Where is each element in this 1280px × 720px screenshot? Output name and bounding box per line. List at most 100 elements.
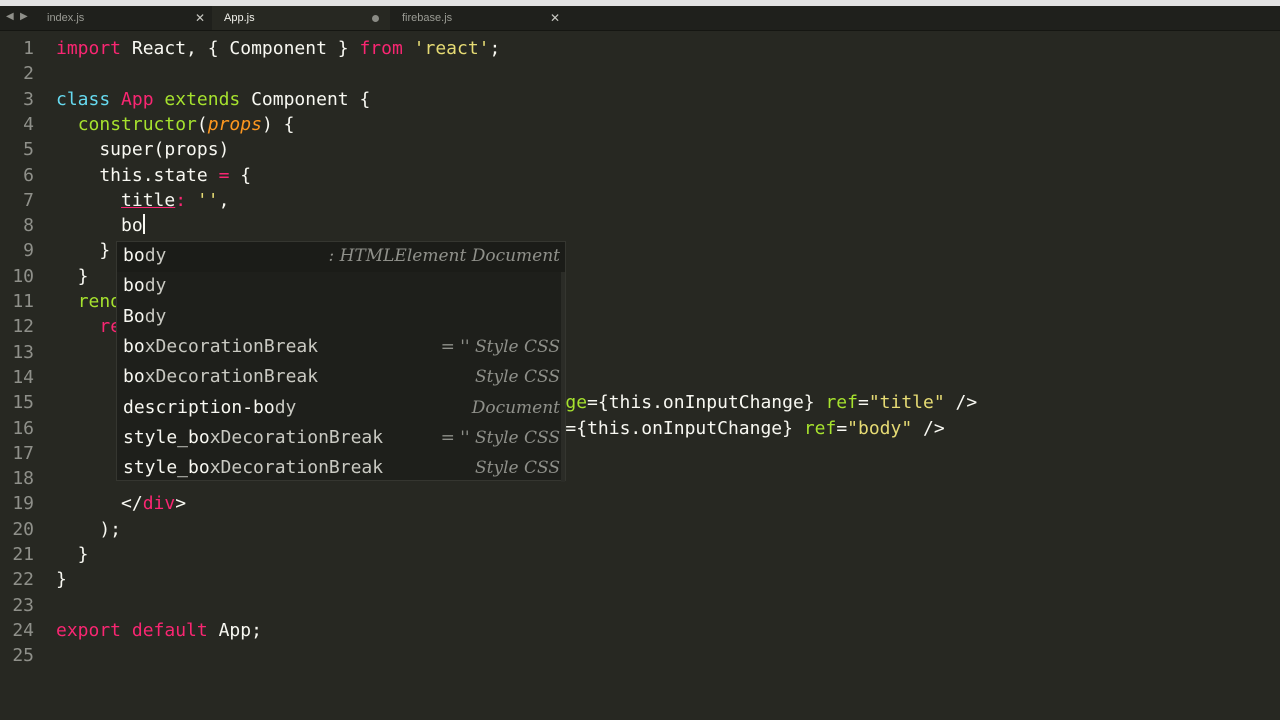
tab-index-js[interactable]: index.js ✕ <box>35 6 213 30</box>
autocomplete-item[interactable]: description-body Document <box>117 394 565 424</box>
code-line[interactable]: 6 this.state = { <box>0 163 1280 188</box>
code-line[interactable]: 19 </div> <box>0 491 1280 516</box>
code-token: Component { <box>240 88 371 110</box>
code-line[interactable]: 21 } <box>0 542 1280 567</box>
code-token: ref <box>825 392 858 414</box>
code-line[interactable]: 4 constructor(props) { <box>0 112 1280 137</box>
code-line[interactable]: 22} <box>0 567 1280 592</box>
autocomplete-item[interactable]: boxDecorationBreak Style CSS <box>117 363 565 393</box>
autocomplete-item[interactable]: style_boxDecorationBreak = '' Style CSS <box>117 424 565 454</box>
code-text: </div> <box>56 491 186 516</box>
line-number: 15 <box>12 392 34 414</box>
line-number: 6 <box>23 164 34 186</box>
code-line[interactable]: 7 title: '', <box>0 188 1280 213</box>
completion-rest: xDecorationBreak <box>209 426 384 448</box>
code-token: = <box>857 392 869 414</box>
code-token: ref <box>803 417 837 439</box>
code-token: } <box>56 265 89 287</box>
nav-back-icon[interactable]: ◀ <box>6 11 14 22</box>
autocomplete-item-label: style_boxDecorationBreak <box>123 454 383 482</box>
match-highlight: style_bo <box>123 426 210 448</box>
code-token: super(props) <box>56 139 230 161</box>
code-token: "title" <box>868 392 945 414</box>
code-token: title <box>121 189 176 211</box>
nav-forward-icon[interactable]: ▶ <box>20 11 28 22</box>
autocomplete-item[interactable]: style_boxDecorationBreak Style CSS <box>117 454 565 484</box>
line-number: 7 <box>23 189 34 211</box>
code-text: ); <box>56 517 121 542</box>
autocomplete-item[interactable]: Body <box>117 303 565 333</box>
code-line[interactable]: 8 bo <box>0 213 1280 238</box>
line-number: 11 <box>12 291 34 312</box>
text-cursor <box>142 214 145 235</box>
line-number: 4 <box>23 113 34 135</box>
autocomplete-item-hint: = '' Style CSS <box>440 336 560 357</box>
autocomplete-item[interactable]: body: HTMLElement Document <box>117 242 565 272</box>
code-text: import React, { Component } from 'react'… <box>56 36 500 61</box>
code-token: /> <box>912 417 945 439</box>
code-line[interactable]: 24 export default App; <box>0 618 1280 643</box>
tab-app-js[interactable]: App.js <box>212 6 390 30</box>
line-number: 2 <box>23 63 34 85</box>
code-line[interactable]: 20 ); <box>0 517 1280 542</box>
line-number: 21 <box>12 544 34 565</box>
match-highlight: bo <box>123 275 145 297</box>
tab-firebase-js[interactable]: firebase.js ✕ <box>390 6 568 30</box>
tab-label: firebase.js <box>402 12 453 24</box>
autocomplete-item-label: body <box>123 272 166 300</box>
close-icon[interactable]: ✕ <box>195 6 205 30</box>
code-line[interactable]: 23 <box>0 593 1280 618</box>
autocomplete-item-label: boxDecorationBreak <box>123 363 318 391</box>
code-text: constructor(props) { <box>56 112 295 137</box>
code-token: /> <box>944 392 978 414</box>
autocomplete-item-label: boxDecorationBreak <box>123 333 318 361</box>
line-number: 17 <box>12 442 34 464</box>
completion-rest: dy <box>144 245 167 266</box>
code-text: } <box>56 264 89 289</box>
code-token: class <box>56 88 111 110</box>
code-line[interactable]: 2 <box>0 61 1280 86</box>
code-line[interactable]: 5 super(props) <box>0 137 1280 162</box>
close-icon[interactable]: ✕ <box>550 6 560 30</box>
code-token: } <box>56 569 67 591</box>
line-number: 13 <box>12 341 34 363</box>
match-highlight: bo <box>123 335 145 357</box>
code-token: } <box>56 240 111 262</box>
code-token: ; <box>489 38 501 59</box>
code-text: class App extends Component { <box>56 87 370 112</box>
code-token: props <box>207 113 262 135</box>
code-line[interactable]: 3 class App extends Component { <box>0 87 1280 112</box>
line-number: 24 <box>12 619 34 641</box>
code-text: title: '', <box>56 188 229 213</box>
tab-label: App.js <box>224 12 255 24</box>
code-line[interactable]: 1 import React, { Component } from 'react… <box>0 36 1280 61</box>
code-token: { <box>229 164 252 186</box>
code-token: ={this.onInputChange} <box>565 417 804 439</box>
line-number: 9 <box>23 240 34 262</box>
match-highlight: Bo <box>123 305 145 327</box>
code-token: "body" <box>847 417 913 439</box>
unsaved-dot-icon[interactable] <box>372 15 379 22</box>
code-token: ={this.onInputChange} <box>587 392 826 414</box>
code-token: constructor <box>77 113 197 135</box>
code-token: this.state <box>56 164 219 186</box>
code-token: export <box>56 619 122 641</box>
autocomplete-item[interactable]: body <box>117 272 565 302</box>
code-text: } <box>56 238 110 263</box>
code-token: } <box>56 544 89 565</box>
line-number: 23 <box>12 594 34 616</box>
code-line[interactable]: 25 <box>0 643 1280 668</box>
code-token: ( <box>196 113 208 135</box>
line-number: 25 <box>12 645 34 667</box>
autocomplete-item-hint: = '' Style CSS <box>440 427 560 448</box>
match-highlight: style_bo <box>123 457 210 479</box>
line-number: 8 <box>23 215 34 237</box>
line-number: 16 <box>12 417 34 439</box>
line-number: 3 <box>23 88 34 110</box>
autocomplete-item[interactable]: boxDecorationBreak = '' Style CSS <box>117 333 565 363</box>
line-number: 19 <box>12 493 34 515</box>
